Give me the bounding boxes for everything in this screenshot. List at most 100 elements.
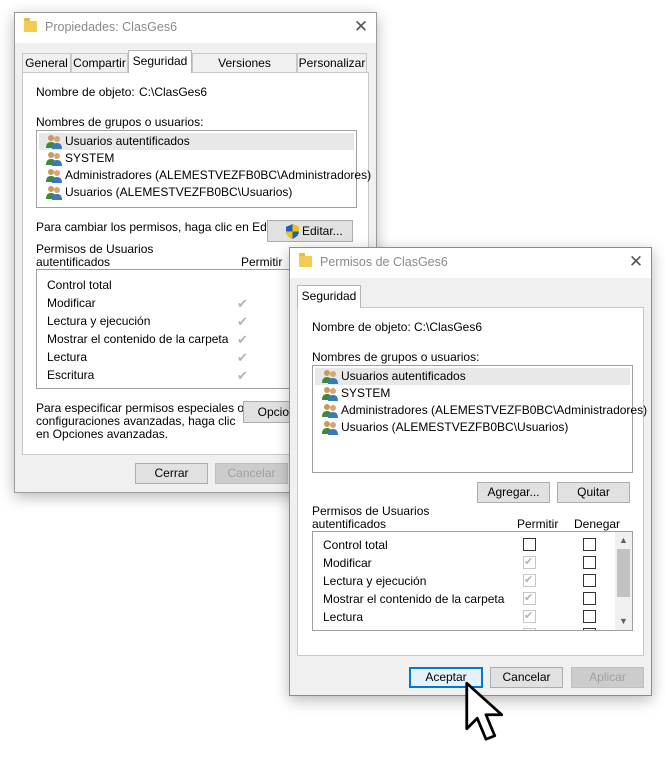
permissions-label-line1: Permisos de Usuarios xyxy=(312,504,430,518)
special-permissions-text-2: configuraciones avanzadas, haga clic xyxy=(36,414,236,428)
list-item[interactable]: SYSTEM xyxy=(39,150,354,167)
tab-compartir[interactable]: Compartir xyxy=(71,53,128,72)
users-icon xyxy=(46,186,62,200)
permissions-titlebar: Permisos de ClasGes6 ✕ xyxy=(290,248,651,278)
permission-label: Escritura xyxy=(47,368,95,382)
users-icon xyxy=(322,387,338,401)
list-item-label: Usuarios (ALEMESTVEZFB0BC\Usuarios) xyxy=(341,420,569,434)
permission-row: Mostrar el contenido de la carpeta ✔ xyxy=(313,590,632,608)
groups-list[interactable]: Usuarios autentificados SYSTEM Administr… xyxy=(312,365,647,473)
properties-titlebar: Propiedades: ClasGes6 ✕ xyxy=(15,13,376,43)
permission-label: Mostrar el contenido de la carpeta xyxy=(47,332,229,346)
allow-checkmark: ✔ xyxy=(237,296,248,311)
list-item[interactable]: Administradores (ALEMESTVEZFB0BC\Adminis… xyxy=(39,167,371,184)
list-item-label: SYSTEM xyxy=(65,151,115,165)
remove-button[interactable]: Quitar xyxy=(557,482,630,503)
object-name-value: C:\ClasGes6 xyxy=(139,85,208,99)
scroll-up-icon[interactable]: ▲ xyxy=(615,532,632,549)
edit-button-label: Editar... xyxy=(302,224,343,238)
tab-personalizar[interactable]: Personalizar xyxy=(297,53,367,72)
groups-label: Nombres de grupos o usuarios: xyxy=(312,350,480,364)
permissions-label-line2: autentificados xyxy=(36,255,111,269)
users-icon xyxy=(322,421,338,435)
tab-general[interactable]: General xyxy=(22,53,71,72)
cancel-button[interactable]: Cancelar xyxy=(215,463,288,484)
list-item-label: Usuarios autentificados xyxy=(341,369,466,383)
allow-column-header: Permitir xyxy=(241,255,283,269)
permissions-label-line1: Permisos de Usuarios xyxy=(36,242,154,256)
allow-checkbox[interactable] xyxy=(523,538,536,551)
permission-row: Control total xyxy=(313,536,632,554)
permissions-title: Permisos de ClasGes6 xyxy=(320,255,448,269)
tab-seguridad[interactable]: Seguridad xyxy=(128,50,192,73)
users-icon xyxy=(46,135,62,149)
checkmark-icon: ✔ xyxy=(524,556,534,568)
permissions-tabs: Seguridad xyxy=(297,285,397,308)
special-permissions-text-3: en Opciones avanzadas. xyxy=(36,427,169,441)
list-item[interactable]: SYSTEM xyxy=(315,385,630,402)
users-icon xyxy=(322,370,338,384)
list-item-label: SYSTEM xyxy=(341,386,391,400)
tab-versiones-anteriores[interactable]: Versiones anteriores xyxy=(192,53,297,88)
users-icon xyxy=(322,404,338,418)
list-item[interactable]: Usuarios autentificados xyxy=(315,368,630,385)
allow-checkmark: ✔ xyxy=(237,314,248,329)
users-icon xyxy=(46,169,62,183)
permission-label: Control total xyxy=(47,278,112,292)
scrollbar-thumb[interactable] xyxy=(617,549,630,597)
list-item-label: Administradores (ALEMESTVEZFB0BC\Adminis… xyxy=(65,168,372,182)
tab-seguridad[interactable]: Seguridad xyxy=(297,285,361,308)
permission-label: Modificar xyxy=(47,296,96,310)
list-item[interactable]: Administradores (ALEMESTVEZFB0BC\Adminis… xyxy=(315,402,647,419)
add-button[interactable]: Agregar... xyxy=(477,482,550,503)
deny-checkbox[interactable] xyxy=(583,556,596,569)
allow-checkmark: ✔ xyxy=(237,350,248,365)
close-icon[interactable]: ✕ xyxy=(346,13,376,43)
permission-row: Lectura ✔ xyxy=(313,608,632,626)
permission-label: Lectura y ejecución xyxy=(47,314,151,328)
users-icon xyxy=(46,152,62,166)
mouse-cursor-icon xyxy=(465,681,504,741)
list-item-label: Usuarios autentificados xyxy=(65,134,190,148)
list-item[interactable]: Usuarios autentificados xyxy=(39,133,354,150)
deny-checkbox[interactable] xyxy=(583,538,596,551)
permissions-scrollbar[interactable]: ▲ ▼ xyxy=(615,532,632,630)
list-item-label: Administradores (ALEMESTVEZFB0BC\Adminis… xyxy=(341,403,648,417)
permission-label: Lectura xyxy=(323,610,364,624)
allow-checkbox[interactable]: ✔ xyxy=(523,556,536,569)
edit-button[interactable]: Editar... xyxy=(267,220,353,242)
permission-label: Modificar xyxy=(323,556,372,570)
allow-checkbox[interactable] xyxy=(523,628,536,630)
permission-row: Lectura y ejecución ✔ xyxy=(313,572,632,590)
allow-checkbox[interactable]: ✔ xyxy=(523,610,536,623)
groups-label: Nombres de grupos o usuarios: xyxy=(36,115,204,129)
deny-checkbox[interactable] xyxy=(583,628,596,630)
permissions-dialog: Permisos de ClasGes6 ✕ Seguridad Nombre … xyxy=(289,247,652,696)
groups-list[interactable]: Usuarios autentificados SYSTEM Administr… xyxy=(36,130,371,208)
deny-column-header: Denegar xyxy=(574,517,621,531)
uac-shield-icon xyxy=(286,224,299,239)
apply-button[interactable]: Aplicar xyxy=(571,667,644,688)
deny-checkbox[interactable] xyxy=(583,610,596,623)
deny-checkbox[interactable] xyxy=(583,574,596,587)
list-item[interactable]: Usuarios (ALEMESTVEZFB0BC\Usuarios) xyxy=(39,184,354,201)
properties-tabs: General Compartir Seguridad Versiones an… xyxy=(22,50,372,88)
object-name-label: Nombre de objeto: xyxy=(36,85,135,99)
close-button[interactable]: Cerrar xyxy=(135,463,208,484)
scroll-down-icon[interactable]: ▼ xyxy=(615,613,632,630)
permission-label: Lectura y ejecución xyxy=(323,574,427,588)
allow-checkbox[interactable]: ✔ xyxy=(523,592,536,605)
allow-column-header: Permitir xyxy=(517,517,559,531)
list-item[interactable]: Usuarios (ALEMESTVEZFB0BC\Usuarios) xyxy=(315,419,630,436)
list-item-label: Usuarios (ALEMESTVEZFB0BC\Usuarios) xyxy=(65,185,293,199)
close-icon[interactable]: ✕ xyxy=(621,248,651,278)
checkmark-icon: ✔ xyxy=(524,592,534,604)
permission-row-partial xyxy=(313,626,632,630)
properties-title: Propiedades: ClasGes6 xyxy=(45,20,178,34)
permissions-panel: Nombre de objeto: C:\ClasGes6 Nombres de… xyxy=(297,307,647,656)
change-permissions-text: Para cambiar los permisos, haga clic en … xyxy=(36,220,287,234)
folder-icon xyxy=(299,253,312,267)
allow-checkbox[interactable]: ✔ xyxy=(523,574,536,587)
deny-checkbox[interactable] xyxy=(583,592,596,605)
allow-checkmark: ✔ xyxy=(237,368,248,383)
